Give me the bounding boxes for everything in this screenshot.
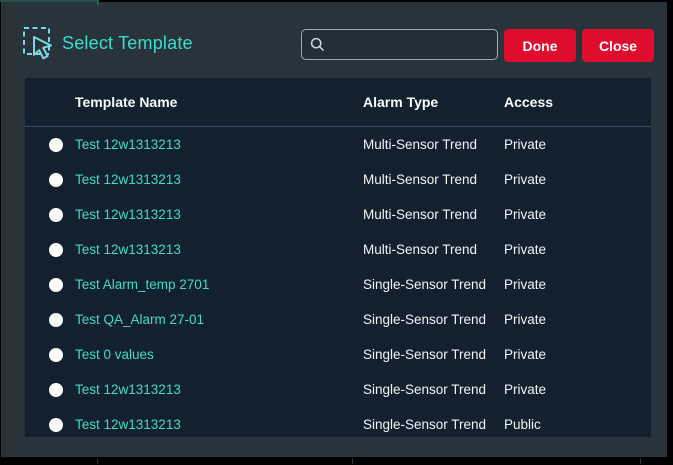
dialog-title: Select Template	[62, 33, 193, 54]
radio-cell	[25, 138, 75, 152]
template-table: Template Name Alarm Type Access Test 12w…	[25, 78, 651, 437]
select-template-dialog: Select Template Done Close Template Name…	[0, 0, 673, 465]
template-radio-button[interactable]	[49, 243, 63, 257]
top-edge-tick	[97, 0, 99, 5]
template-radio-button[interactable]	[49, 418, 63, 432]
search-box[interactable]	[301, 29, 498, 60]
alarm-type-cell: Multi-Sensor Trend	[363, 172, 504, 187]
top-edge-accent	[0, 0, 98, 2]
radio-cell	[25, 278, 75, 292]
alarm-type-cell: Multi-Sensor Trend	[363, 137, 504, 152]
template-name-link[interactable]: Test 12w1313213	[75, 242, 363, 257]
alarm-type-cell: Multi-Sensor Trend	[363, 207, 504, 222]
alarm-type-cell: Single-Sensor Trend	[363, 277, 504, 292]
alarm-type-cell: Single-Sensor Trend	[363, 312, 504, 327]
search-icon	[310, 37, 325, 52]
table-row[interactable]: Test Alarm_temp 2701 Single-Sensor Trend…	[25, 267, 651, 302]
radio-cell	[25, 418, 75, 432]
table-row[interactable]: Test QA_Alarm 27-01 Single-Sensor Trend …	[25, 302, 651, 337]
access-cell: Private	[504, 382, 651, 397]
template-name-link[interactable]: Test 12w1313213	[75, 382, 363, 397]
bottom-edge-tick	[352, 458, 353, 464]
radio-cell	[25, 383, 75, 397]
radio-cell	[25, 173, 75, 187]
table-row[interactable]: Test 12w1313213 Single-Sensor Trend Priv…	[25, 372, 651, 407]
access-cell: Private	[504, 172, 651, 187]
template-radio-button[interactable]	[49, 173, 63, 187]
table-row[interactable]: Test 12w1313213 Multi-Sensor Trend Priva…	[25, 197, 651, 232]
table-row[interactable]: Test 12w1313213 Single-Sensor Trend Publ…	[25, 407, 651, 437]
left-edge	[0, 0, 1, 465]
template-name-link[interactable]: Test 0 values	[75, 347, 363, 362]
close-button[interactable]: Close	[582, 29, 654, 62]
search-input[interactable]	[332, 36, 489, 53]
template-radio-button[interactable]	[49, 383, 63, 397]
template-name-link[interactable]: Test 12w1313213	[75, 172, 363, 187]
table-body: Test 12w1313213 Multi-Sensor Trend Priva…	[25, 127, 651, 437]
bottom-edge-tick	[97, 458, 98, 464]
alarm-type-cell: Single-Sensor Trend	[363, 382, 504, 397]
alarm-type-cell: Single-Sensor Trend	[363, 417, 504, 432]
access-cell: Private	[504, 347, 651, 362]
access-cell: Private	[504, 137, 651, 152]
bottom-edge-tick	[640, 458, 641, 464]
bottom-edge	[0, 457, 673, 465]
table-row[interactable]: Test 12w1313213 Multi-Sensor Trend Priva…	[25, 232, 651, 267]
template-name-link[interactable]: Test Alarm_temp 2701	[75, 277, 363, 292]
column-header-alarm-type: Alarm Type	[363, 94, 504, 110]
top-edge	[0, 0, 673, 2]
table-header: Template Name Alarm Type Access	[25, 78, 651, 127]
right-edge	[667, 0, 673, 465]
radio-cell	[25, 208, 75, 222]
table-row[interactable]: Test 12w1313213 Multi-Sensor Trend Priva…	[25, 127, 651, 162]
radio-cell	[25, 243, 75, 257]
template-radio-button[interactable]	[49, 278, 63, 292]
column-header-template-name: Template Name	[75, 94, 363, 110]
done-button[interactable]: Done	[504, 29, 576, 62]
template-name-link[interactable]: Test 12w1313213	[75, 417, 363, 432]
access-cell: Private	[504, 242, 651, 257]
select-cursor-icon	[21, 25, 57, 70]
alarm-type-cell: Single-Sensor Trend	[363, 347, 504, 362]
access-cell: Private	[504, 312, 651, 327]
template-name-link[interactable]: Test QA_Alarm 27-01	[75, 312, 363, 327]
table-row[interactable]: Test 12w1313213 Multi-Sensor Trend Priva…	[25, 162, 651, 197]
access-cell: Public	[504, 417, 651, 432]
template-name-link[interactable]: Test 12w1313213	[75, 207, 363, 222]
access-cell: Private	[504, 207, 651, 222]
template-radio-button[interactable]	[49, 138, 63, 152]
template-radio-button[interactable]	[49, 208, 63, 222]
template-radio-button[interactable]	[49, 348, 63, 362]
radio-cell	[25, 348, 75, 362]
column-header-access: Access	[504, 94, 651, 110]
table-row[interactable]: Test 0 values Single-Sensor Trend Privat…	[25, 337, 651, 372]
radio-cell	[25, 313, 75, 327]
access-cell: Private	[504, 277, 651, 292]
template-name-link[interactable]: Test 12w1313213	[75, 137, 363, 152]
template-radio-button[interactable]	[49, 313, 63, 327]
alarm-type-cell: Multi-Sensor Trend	[363, 242, 504, 257]
